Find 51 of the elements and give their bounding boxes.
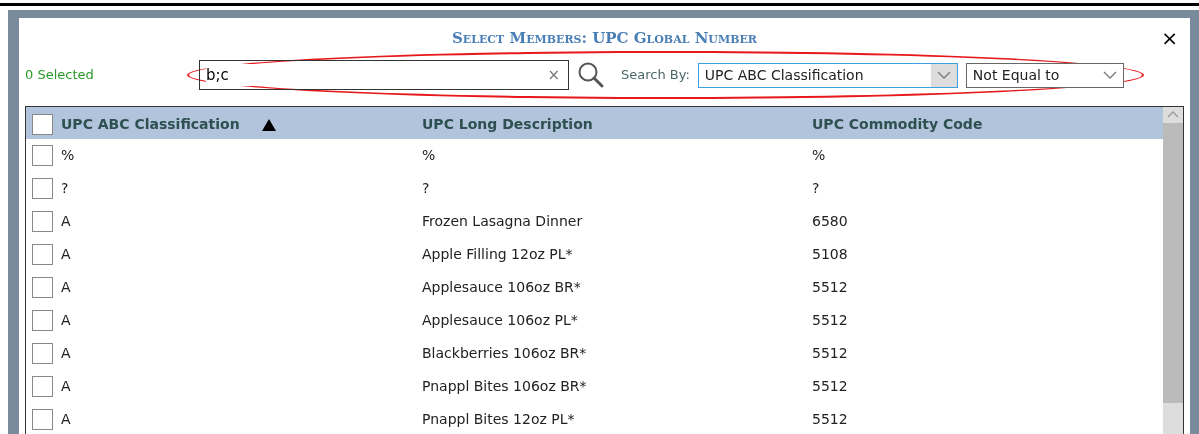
table-cell: Applesauce 106oz PL* <box>422 312 578 328</box>
table-cell: 5512 <box>812 312 848 328</box>
table-cell: Pnappl Bites 106oz BR* <box>422 378 587 394</box>
chevron-down-icon <box>1102 71 1117 79</box>
search-by-label: Search By: <box>621 66 690 85</box>
checkbox[interactable] <box>32 277 53 298</box>
checkbox[interactable] <box>32 178 53 199</box>
table-cell: % <box>812 147 826 163</box>
column-header[interactable]: UPC ABC Classification <box>61 114 240 135</box>
checkbox[interactable] <box>32 310 53 331</box>
table-cell: Apple Filling 12oz PL* <box>422 246 573 262</box>
table-cell-text: A <box>61 410 71 429</box>
table-cell: 5512 <box>812 378 848 394</box>
table-cell: % <box>422 147 436 163</box>
chevron-down-icon <box>936 71 951 79</box>
column-header[interactable]: UPC Commodity Code <box>812 116 983 132</box>
table-cell: 5512 <box>812 345 848 361</box>
table-cell: 5512 <box>812 411 848 427</box>
checkbox[interactable] <box>32 409 53 430</box>
search-by-dropdown[interactable]: UPC ABC Classification <box>697 62 958 88</box>
checkbox[interactable] <box>32 145 53 166</box>
operator-dropdown[interactable]: Not Equal to <box>965 62 1124 88</box>
table-cell-text: ? <box>61 179 69 198</box>
search-icon[interactable] <box>577 61 605 89</box>
table-cell-text: A <box>61 278 71 297</box>
table-cell: 5108 <box>812 246 848 262</box>
column-header[interactable]: UPC Long Description <box>422 116 593 132</box>
checkbox[interactable] <box>32 376 53 397</box>
checkbox[interactable] <box>32 244 53 265</box>
checkbox[interactable] <box>32 343 53 364</box>
table-cell: ? <box>812 180 820 196</box>
selected-count: 0 Selected <box>25 66 95 85</box>
clear-button[interactable]: × <box>545 63 562 87</box>
checkbox[interactable] <box>32 114 53 135</box>
search-box[interactable]: b;c × <box>199 60 569 90</box>
table-cell: ? <box>422 180 430 196</box>
table-cell: 5512 <box>812 279 848 295</box>
table-cell-text: A <box>61 344 71 363</box>
table-cell: Blackberries 106oz BR* <box>422 345 587 361</box>
table-cell: 6580 <box>812 213 848 229</box>
table-cell: Frozen Lasagna Dinner <box>422 213 583 229</box>
table-cell: Pnappl Bites 12oz PL* <box>422 411 575 427</box>
table-cell-text: A <box>61 245 71 264</box>
close-button[interactable]: × <box>1161 28 1178 48</box>
checkbox[interactable] <box>32 211 53 232</box>
dialog-title: Select Members: UPC Global Number <box>452 29 757 47</box>
table-cell-text: A <box>61 377 71 396</box>
table-cell-text: % <box>61 146 75 165</box>
table-cell: Applesauce 106oz BR* <box>422 279 581 295</box>
table-cell-text: A <box>61 311 71 330</box>
table-cell-text: A <box>61 212 71 231</box>
